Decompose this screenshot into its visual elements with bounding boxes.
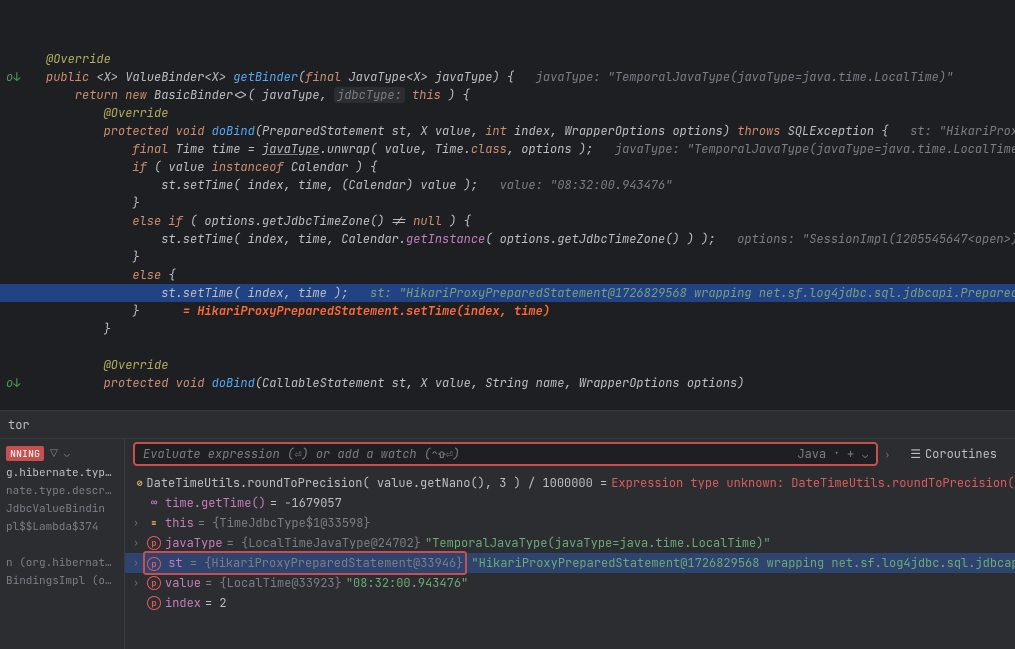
var-row[interactable]: › p value = {LocalTime@33923} "08:32:00.… xyxy=(125,573,1015,593)
list-icon: ☰ xyxy=(910,446,921,462)
param-icon: p xyxy=(147,536,161,550)
param-icon: p xyxy=(147,576,161,590)
filter-icon[interactable]: ▽ xyxy=(50,445,58,462)
var-row[interactable]: › ≡ this = {TimeJdbcType$1@33598} xyxy=(125,513,1015,533)
stack-frame[interactable]: g.hibernate.type. xyxy=(0,464,124,482)
param-icon: p xyxy=(147,557,161,571)
annotation: @Override xyxy=(46,51,111,67)
link-icon: ∞ xyxy=(147,496,161,510)
orange-annotation: = HikariProxyPreparedStatement.setTime(i… xyxy=(183,303,550,319)
stack-icon: ≡ xyxy=(147,516,161,530)
var-row[interactable]: › p javaType = {LocalTimeJavaType@24702}… xyxy=(125,533,1015,553)
debug-panel: tor NNING ▽ ⌄ g.hibernate.type. nate.typ… xyxy=(0,410,1015,649)
chevron-right-icon[interactable]: › xyxy=(133,573,143,593)
frames-panel[interactable]: NNING ▽ ⌄ g.hibernate.type. nate.type.de… xyxy=(0,439,125,649)
execution-line[interactable]: st.setTime( index, time ); st: "HikariPr… xyxy=(0,284,1015,302)
gutter-override-icon[interactable]: o↓ xyxy=(6,68,20,86)
stack-frame[interactable]: BindingsImpl (org xyxy=(0,572,124,590)
warning-icon: ⊘ xyxy=(137,476,142,490)
running-badge: NNING xyxy=(6,446,44,461)
variables-panel[interactable]: ⊘ DateTimeUtils.roundToPrecision( value.… xyxy=(125,469,1015,649)
stack-frame[interactable]: nate.type.descript xyxy=(0,482,124,500)
plus-icon[interactable]: + xyxy=(847,446,854,462)
code-editor[interactable]: @Override o↓public <X> ValueBinder<X> ge… xyxy=(0,0,1015,410)
var-row[interactable]: p index = 2 xyxy=(125,593,1015,613)
debug-tab[interactable]: tor xyxy=(8,417,30,433)
chevron-right-icon[interactable]: › xyxy=(133,513,143,533)
chevron-down-icon[interactable]: ⌄ xyxy=(64,447,74,460)
var-row[interactable]: ⊘ DateTimeUtils.roundToPrecision( value.… xyxy=(125,473,1015,493)
stack-frame[interactable]: JdbcValueBindin xyxy=(0,500,124,518)
var-row[interactable]: ∞ time.getTime() = -1679057 xyxy=(125,493,1015,513)
param-hint: jdbcType: xyxy=(334,87,405,103)
chevron-right-icon[interactable]: › xyxy=(884,448,894,461)
var-row-selected[interactable]: › p st = {HikariProxyPreparedStatement@3… xyxy=(125,553,1015,573)
stack-frame[interactable]: pl$$Lambda$374 xyxy=(0,518,124,536)
red-highlight-box: p st = {HikariProxyPreparedStatement@339… xyxy=(143,551,467,575)
chevron-right-icon[interactable]: › xyxy=(133,533,143,553)
chevron-right-icon[interactable]: › xyxy=(133,553,139,573)
evaluate-expression-input[interactable]: Evaluate expression (⏎) or add a watch (… xyxy=(133,442,878,466)
gutter-override-icon[interactable]: o↓ xyxy=(6,374,20,392)
stack-frame[interactable]: n (org.hibernate.e xyxy=(0,554,124,572)
param-icon: p xyxy=(147,596,161,610)
coroutines-tab[interactable]: ☰ Coroutines xyxy=(900,446,1007,462)
chevron-down-icon[interactable]: ⌄ xyxy=(862,448,868,461)
inline-hint: javaType: "TemporalJavaType(javaType=jav… xyxy=(536,69,954,85)
